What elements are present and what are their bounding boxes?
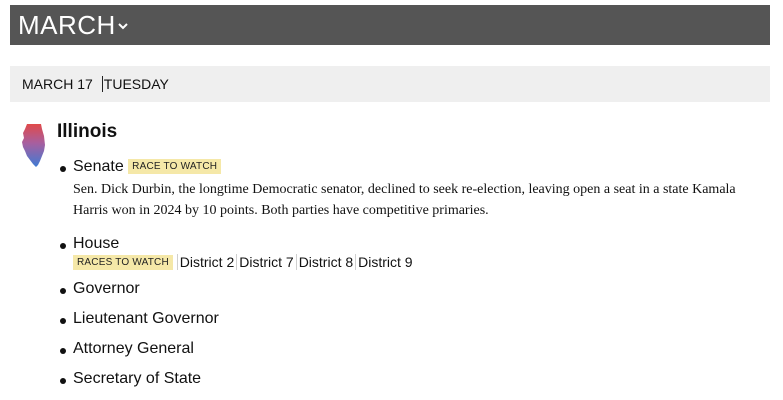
date-divider (101, 76, 103, 92)
district-link-7[interactable]: District 7 (236, 254, 296, 270)
race-lieutenant-governor: Lieutenant Governor (60, 310, 753, 340)
race-senate: Senate RACE TO WATCH Sen. Dick Durbin, t… (60, 158, 753, 235)
race-governor: Governor (60, 280, 753, 310)
date-label: MARCH 17 (22, 76, 93, 92)
race-secretary-of-state: Secretary of State (60, 370, 753, 400)
race-name[interactable]: Lieutenant Governor (73, 310, 219, 327)
district-link-2[interactable]: District 2 (176, 254, 237, 270)
race-name[interactable]: Secretary of State (73, 370, 201, 387)
races-to-watch-badge: RACES TO WATCH (73, 255, 173, 270)
race-name[interactable]: Senate (73, 158, 124, 175)
month-title: MARCH (18, 9, 116, 40)
race-description: Sen. Dick Durbin, the longtime Democrati… (73, 182, 736, 218)
date-bar: MARCH 17 TUESDAY (10, 66, 770, 102)
race-name[interactable]: Governor (73, 280, 140, 297)
race-house: House RACES TO WATCH District 2 District … (60, 235, 753, 280)
weekday-label: TUESDAY (103, 76, 169, 92)
race-attorney-general: Attorney General (60, 340, 753, 370)
district-link-9[interactable]: District 9 (355, 254, 415, 270)
month-selector[interactable]: MARCH (10, 5, 770, 45)
district-row: RACES TO WATCH District 2 District 7 Distr… (73, 254, 753, 270)
race-list: Senate RACE TO WATCH Sen. Dick Durbin, t… (60, 158, 753, 400)
chevron-down-icon (118, 22, 128, 30)
state-name: Illinois (57, 121, 118, 142)
race-name[interactable]: Attorney General (73, 340, 194, 357)
race-name[interactable]: House (73, 235, 119, 252)
district-link-8[interactable]: District 8 (295, 254, 356, 270)
race-to-watch-badge: RACE TO WATCH (128, 159, 222, 174)
illinois-state-map-icon (22, 124, 45, 167)
